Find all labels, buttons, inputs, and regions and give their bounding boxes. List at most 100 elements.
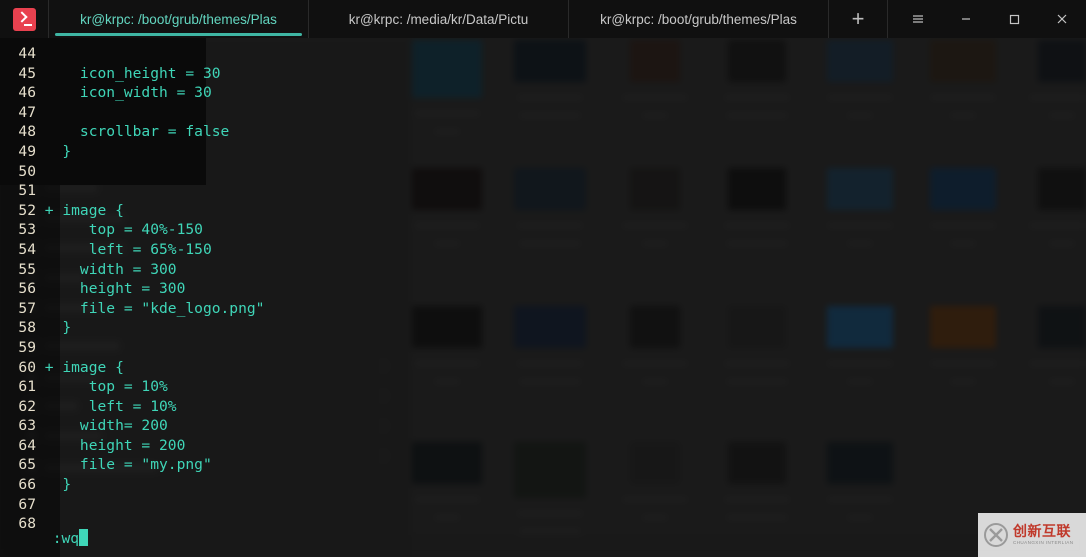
line-marker — [36, 104, 62, 121]
editor-line: 45 icon_height = 30 — [0, 64, 1086, 84]
line-marker — [36, 456, 62, 473]
tab-0[interactable]: kr@krpc: /boot/grub/themes/Plas — [48, 0, 308, 38]
line-number: 65 — [18, 456, 36, 474]
line-number: 58 — [18, 319, 36, 337]
watermark-en: CHUANGXIN INTERLIAN — [1013, 539, 1074, 545]
tab-strip: kr@krpc: /boot/grub/themes/Plas kr@krpc:… — [48, 0, 828, 38]
new-tab-button[interactable]: + — [828, 0, 888, 38]
editor-line: 63 width= 200 — [0, 416, 1086, 436]
editor-line: 56 height = 300 — [0, 279, 1086, 299]
line-text: height = 300 — [62, 280, 186, 298]
line-marker: + — [36, 201, 63, 219]
line-number: 45 — [18, 64, 36, 82]
tab-1[interactable]: kr@krpc: /media/kr/Data/Pictu — [308, 0, 568, 38]
line-text: icon_height = 30 — [62, 64, 221, 82]
vim-command-line: :wq — [0, 490, 89, 549]
line-text: left = 65%-150 — [62, 240, 212, 258]
line-text: image { — [62, 358, 124, 376]
line-text: height = 200 — [62, 436, 186, 454]
line-marker — [36, 143, 62, 160]
line-text: file = "kde_logo.png" — [62, 299, 265, 317]
minimize-icon — [962, 18, 970, 20]
editor-text: 44 45 icon_height = 30 46 icon_width = 30… — [0, 44, 1086, 534]
line-number: 60 — [18, 358, 36, 376]
editor-line: 66 } — [0, 475, 1086, 495]
line-number: 54 — [18, 240, 36, 258]
line-text: left = 10% — [62, 397, 177, 415]
line-marker — [36, 241, 62, 258]
line-number: 53 — [18, 221, 36, 239]
editor-line: 44 — [0, 44, 1086, 64]
line-marker — [36, 319, 62, 336]
line-number: 62 — [18, 397, 36, 415]
line-text: top = 10% — [62, 378, 168, 396]
maximize-button[interactable] — [990, 0, 1038, 38]
editor-line: 58 } — [0, 318, 1086, 338]
tab-label: kr@krpc: /boot/grub/themes/Plas — [80, 11, 277, 27]
line-number: 48 — [18, 123, 36, 141]
close-button[interactable] — [1038, 0, 1086, 38]
line-marker — [36, 437, 62, 454]
maximize-icon — [1009, 14, 1020, 25]
titlebar: kr@krpc: /boot/grub/themes/Plas kr@krpc:… — [0, 0, 1086, 38]
close-icon — [1057, 14, 1067, 24]
line-marker — [36, 398, 62, 415]
line-text: width = 300 — [62, 260, 177, 278]
line-number: 56 — [18, 280, 36, 298]
editor-line: 60 + image { — [0, 358, 1086, 378]
editor-line: 47 — [0, 103, 1086, 123]
text-cursor — [79, 529, 89, 547]
line-marker — [36, 45, 62, 62]
line-marker — [36, 339, 62, 356]
editor-line: 48 scrollbar = false — [0, 122, 1086, 142]
editor-line: 51 — [0, 181, 1086, 201]
line-number: 51 — [18, 182, 36, 200]
editor-line: 62 left = 10% — [0, 397, 1086, 417]
tab-label: kr@krpc: /media/kr/Data/Pictu — [348, 11, 529, 27]
line-text: width= 200 — [62, 417, 168, 435]
line-number: 49 — [18, 142, 36, 160]
editor-line: 49 } — [0, 142, 1086, 162]
minimize-button[interactable] — [942, 0, 990, 38]
line-marker — [36, 163, 62, 180]
editor-line: 67 — [0, 495, 1086, 515]
editor-line: 53 top = 40%-150 — [0, 220, 1086, 240]
editor-line: 54 left = 65%-150 — [0, 240, 1086, 260]
editor-line: 55 width = 300 — [0, 260, 1086, 280]
line-marker — [36, 280, 62, 297]
line-number: 50 — [18, 162, 36, 180]
line-marker — [36, 182, 62, 199]
watermark-cn: 创新互联 — [1013, 523, 1071, 540]
app-icon-wrap — [0, 0, 48, 38]
tab-2[interactable]: kr@krpc: /boot/grub/themes/Plas — [568, 0, 828, 38]
terminal-window: kr@krpc: /boot/grub/themes/Plas kr@krpc:… — [0, 0, 1086, 557]
editor-line: 64 height = 200 — [0, 436, 1086, 456]
line-text: } — [62, 319, 72, 337]
line-number: 59 — [18, 338, 36, 356]
plus-icon: + — [851, 6, 865, 31]
menu-button[interactable] — [894, 0, 942, 38]
watermark: 创新互联 CHUANGXIN INTERLIAN — [978, 513, 1086, 557]
terminal-body[interactable]: 44 45 icon_height = 30 46 icon_width = 30… — [0, 38, 1086, 557]
terminal-icon — [12, 7, 36, 31]
screen-root: kr@krpc: /boot/grub/themes/Plas kr@krpc:… — [0, 0, 1086, 557]
prompt-underscore-icon — [23, 23, 32, 26]
line-number: 61 — [18, 378, 36, 396]
line-text: file = "my.png" — [62, 456, 212, 474]
line-text: icon_width = 30 — [62, 84, 212, 102]
line-number: 46 — [18, 84, 36, 102]
watermark-logo-icon — [983, 522, 1009, 548]
editor-line: 65 file = "my.png" — [0, 455, 1086, 475]
editor-line: 46 icon_width = 30 — [0, 83, 1086, 103]
line-text: image { — [62, 201, 124, 219]
line-number: 64 — [18, 436, 36, 454]
line-number: 63 — [18, 417, 36, 435]
prompt-chevron-icon — [15, 10, 28, 23]
line-marker — [36, 261, 62, 278]
line-text: } — [62, 142, 72, 160]
editor-line: 68 — [0, 514, 1086, 534]
line-number: 52 — [18, 201, 36, 219]
editor-line: 50 — [0, 162, 1086, 182]
editor-line: 59 — [0, 338, 1086, 358]
line-text: top = 40%-150 — [62, 221, 203, 239]
